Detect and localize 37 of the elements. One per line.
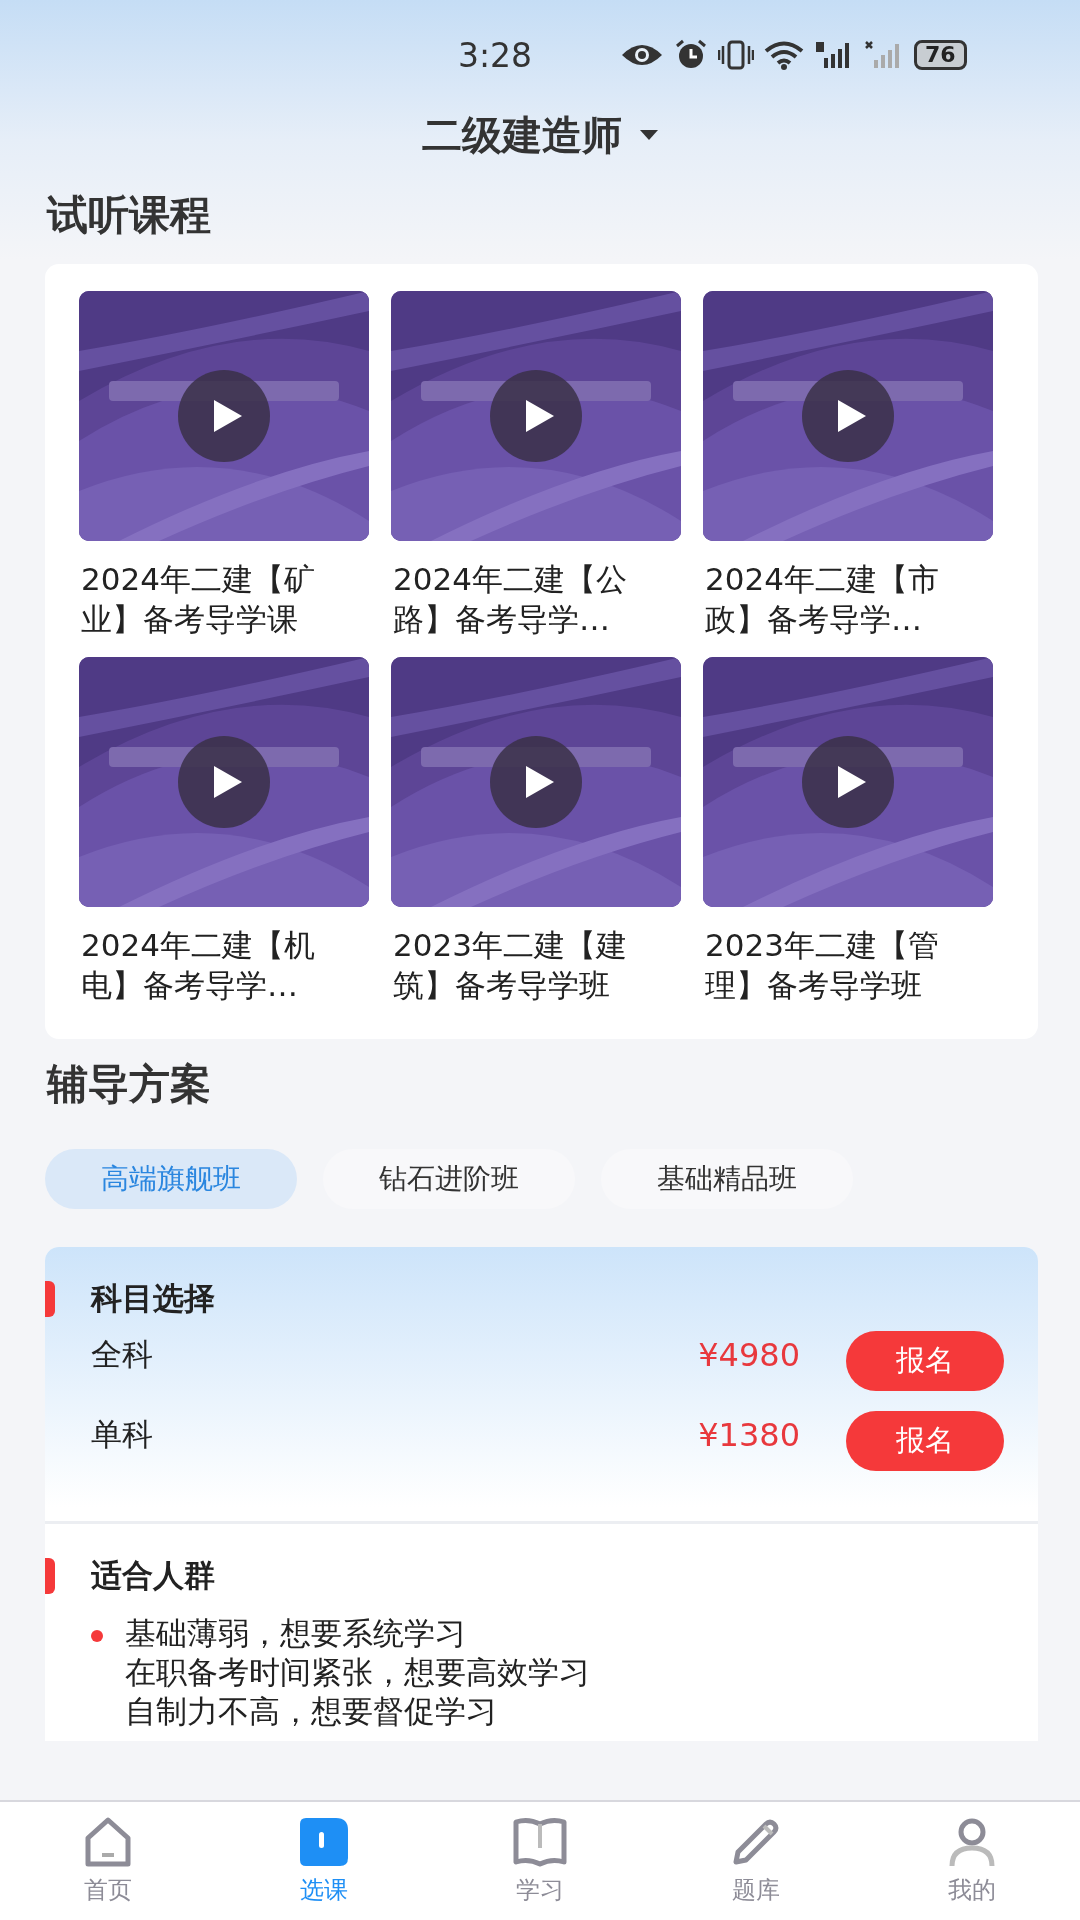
option-name: 单科 bbox=[91, 1415, 154, 1454]
section-title: 试听课程 bbox=[45, 190, 212, 241]
course-title[interactable]: 2024年二建【市政】备考导学… bbox=[703, 541, 993, 655]
audience-text: 基础薄弱，想要系统学习 bbox=[125, 1615, 466, 1651]
enroll-button[interactable]: 报名 bbox=[846, 1411, 1004, 1471]
bullet-dot bbox=[91, 1630, 103, 1642]
exam-selector[interactable]: 二级建造师 bbox=[422, 107, 658, 163]
plan-tab[interactable]: 钻石进阶班 bbox=[323, 1149, 575, 1209]
course-title[interactable]: 2023年二建【建筑】备考导学班 bbox=[391, 907, 681, 1021]
plan-tab[interactable]: 基础精品班 bbox=[601, 1149, 853, 1209]
vibrate-icon bbox=[718, 40, 754, 70]
play-icon[interactable] bbox=[802, 736, 894, 828]
audience-text: 自制力不高，想要督促学习 bbox=[125, 1693, 497, 1729]
play-icon[interactable] bbox=[178, 736, 270, 828]
play-icon[interactable] bbox=[490, 736, 582, 828]
status-time: 3:28 bbox=[456, 35, 534, 75]
caret-icon bbox=[640, 130, 658, 140]
subsection-title: 适合人群 bbox=[91, 1556, 215, 1595]
section-marker bbox=[45, 1281, 55, 1317]
battery-indicator: 76 bbox=[914, 40, 967, 70]
enroll-button[interactable]: 报名 bbox=[846, 1331, 1004, 1391]
wifi-icon bbox=[764, 40, 804, 70]
audience-text: 在职备考时间紧张，想要高效学习 bbox=[125, 1654, 590, 1690]
play-icon[interactable] bbox=[178, 370, 270, 462]
play-icon[interactable] bbox=[490, 370, 582, 462]
section-marker bbox=[45, 1558, 55, 1594]
course-title[interactable]: 2024年二建【机电】备考导学… bbox=[79, 907, 369, 1021]
course-title[interactable]: 2023年二建【管理】备考导学班 bbox=[703, 907, 993, 1021]
option-name: 全科 bbox=[91, 1335, 154, 1374]
course-title[interactable]: 2024年二建【矿业】备考导学课 bbox=[79, 541, 369, 655]
play-icon[interactable] bbox=[802, 370, 894, 462]
subsection-title: 科目选择 bbox=[91, 1279, 215, 1318]
section-title: 辅导方案 bbox=[45, 1059, 212, 1110]
alarm-icon bbox=[674, 39, 708, 71]
price: ¥4980 bbox=[698, 1336, 800, 1374]
course-title[interactable]: 2024年二建【公路】备考导学… bbox=[391, 541, 681, 655]
price: ¥1380 bbox=[698, 1416, 800, 1454]
